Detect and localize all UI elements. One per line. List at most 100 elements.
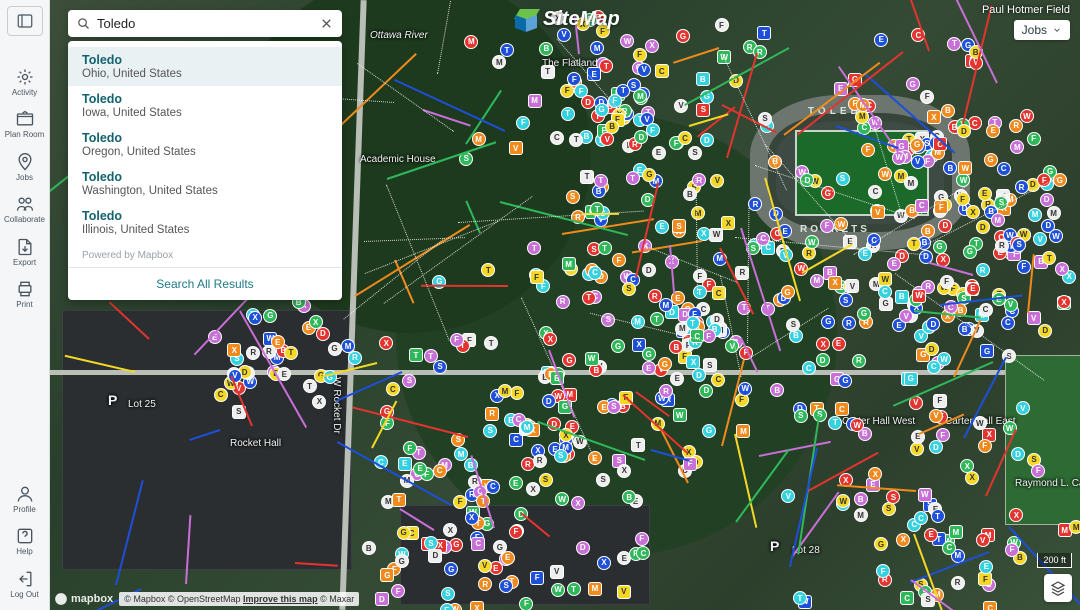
utility-marker[interactable]: C [433, 464, 447, 478]
utility-marker[interactable]: S [813, 408, 827, 422]
utility-marker[interactable]: X [248, 311, 262, 325]
sidebar-item-jobs[interactable]: Jobs [3, 149, 47, 185]
utility-marker[interactable]: M [1047, 206, 1061, 220]
utility-marker[interactable]: G [980, 344, 994, 358]
utility-marker[interactable]: T [567, 582, 581, 596]
utility-marker[interactable]: G [397, 526, 411, 540]
utility-marker[interactable]: W [1049, 229, 1063, 243]
utility-marker[interactable]: X [617, 464, 631, 478]
utility-marker[interactable]: W [892, 151, 906, 165]
utility-marker[interactable]: F [861, 143, 875, 157]
utility-marker[interactable]: C [550, 131, 564, 145]
utility-marker[interactable]: V [1033, 232, 1047, 246]
utility-marker[interactable]: F [450, 333, 464, 347]
utility-marker[interactable]: X [721, 216, 735, 230]
utility-marker[interactable]: X [896, 533, 910, 547]
utility-marker[interactable]: T [481, 263, 495, 277]
utility-marker[interactable]: S [688, 146, 702, 160]
utility-marker[interactable]: G [444, 562, 458, 576]
utility-marker[interactable]: S [433, 360, 447, 374]
utility-marker[interactable]: C [214, 388, 228, 402]
utility-marker[interactable]: D [428, 549, 442, 563]
utility-marker[interactable]: C [979, 303, 993, 317]
utility-marker[interactable]: M [562, 257, 576, 271]
utility-marker[interactable]: X [965, 471, 979, 485]
utility-marker[interactable]: G [595, 103, 609, 117]
utility-marker[interactable]: T [1042, 251, 1056, 265]
utility-marker[interactable]: X [868, 467, 882, 481]
search-result[interactable]: Toledo Ohio, United States [68, 47, 342, 86]
utility-marker[interactable]: X [571, 496, 585, 510]
utility-marker[interactable]: G [874, 537, 888, 551]
utility-marker[interactable]: T [527, 241, 541, 255]
utility-marker[interactable]: S [1012, 238, 1026, 252]
utility-marker[interactable]: E [874, 33, 888, 47]
utility-marker[interactable]: F [978, 439, 992, 453]
utility-marker[interactable]: G [562, 353, 576, 367]
utility-marker[interactable]: S [839, 293, 853, 307]
utility-marker[interactable]: F [715, 18, 729, 32]
utility-marker[interactable]: D [375, 592, 389, 606]
utility-marker[interactable]: T [594, 174, 608, 188]
utility-marker[interactable]: T [931, 509, 945, 523]
utility-marker[interactable]: X [379, 336, 393, 350]
utility-marker[interactable]: M [1069, 520, 1080, 534]
utility-marker[interactable]: X [443, 523, 457, 537]
utility-marker[interactable]: G [380, 568, 394, 582]
utility-marker[interactable]: T [569, 133, 583, 147]
utility-marker[interactable]: C [486, 480, 500, 494]
utility-marker[interactable]: M [736, 424, 750, 438]
utility-marker[interactable]: C [636, 546, 650, 560]
utility-marker[interactable]: S [499, 579, 513, 593]
utility-marker[interactable]: V [1016, 401, 1030, 415]
utility-marker[interactable]: W [805, 235, 819, 249]
utility-marker[interactable]: W [738, 382, 752, 396]
utility-marker[interactable]: D [700, 133, 714, 147]
utility-marker[interactable]: V [617, 585, 631, 599]
utility-marker[interactable]: X [470, 601, 484, 610]
utility-marker[interactable]: R [246, 346, 260, 360]
utility-marker[interactable]: S [886, 490, 900, 504]
utility-marker[interactable]: D [576, 541, 590, 555]
utility-marker[interactable]: E [501, 551, 515, 565]
utility-marker[interactable]: T [650, 312, 664, 326]
utility-marker[interactable]: G [263, 309, 277, 323]
utility-marker[interactable]: G [984, 153, 998, 167]
utility-marker[interactable]: G [781, 285, 795, 299]
utility-marker[interactable]: E [655, 220, 669, 234]
utility-marker[interactable]: X [828, 276, 842, 290]
utility-marker[interactable]: D [316, 327, 330, 341]
utility-marker[interactable]: S [566, 190, 580, 204]
utility-marker[interactable]: T [793, 591, 807, 605]
utility-marker[interactable]: M [691, 206, 705, 220]
utility-marker[interactable]: E [924, 528, 938, 542]
utility-marker[interactable]: D [925, 342, 939, 356]
utility-marker[interactable]: R [995, 239, 1009, 253]
utility-marker[interactable]: V [910, 442, 924, 456]
utility-marker[interactable]: W [585, 352, 599, 366]
sidebar-item-help[interactable]: Help [3, 523, 47, 559]
utility-marker[interactable]: E [986, 124, 1000, 138]
utility-marker[interactable]: T [424, 349, 438, 363]
utility-marker[interactable]: E [832, 337, 846, 351]
utility-marker[interactable]: C [386, 382, 400, 396]
utility-marker[interactable]: G [328, 342, 342, 356]
utility-marker[interactable]: W [958, 161, 972, 175]
utility-marker[interactable]: C [927, 360, 941, 374]
sidebar-item-export[interactable]: Export [3, 234, 47, 270]
utility-marker[interactable]: S [483, 424, 497, 438]
map-attribution[interactable]: © Mapbox © OpenStreetMap Improve this ma… [119, 592, 359, 606]
utility-marker[interactable]: F [612, 253, 626, 267]
utility-marker[interactable]: W [620, 34, 634, 48]
utility-marker[interactable]: E [887, 257, 901, 271]
sidebar-item-logout[interactable]: Log Out [3, 566, 47, 602]
search-input[interactable] [97, 16, 313, 31]
utility-marker[interactable]: V [1004, 298, 1018, 312]
utility-marker[interactable]: G [838, 374, 852, 388]
utility-marker[interactable]: D [957, 124, 971, 138]
utility-marker[interactable]: S [554, 449, 568, 463]
clear-search-icon[interactable] [319, 16, 334, 31]
utility-marker[interactable]: D [816, 353, 830, 367]
utility-marker[interactable]: D [1011, 447, 1025, 461]
utility-marker[interactable]: R [852, 354, 866, 368]
